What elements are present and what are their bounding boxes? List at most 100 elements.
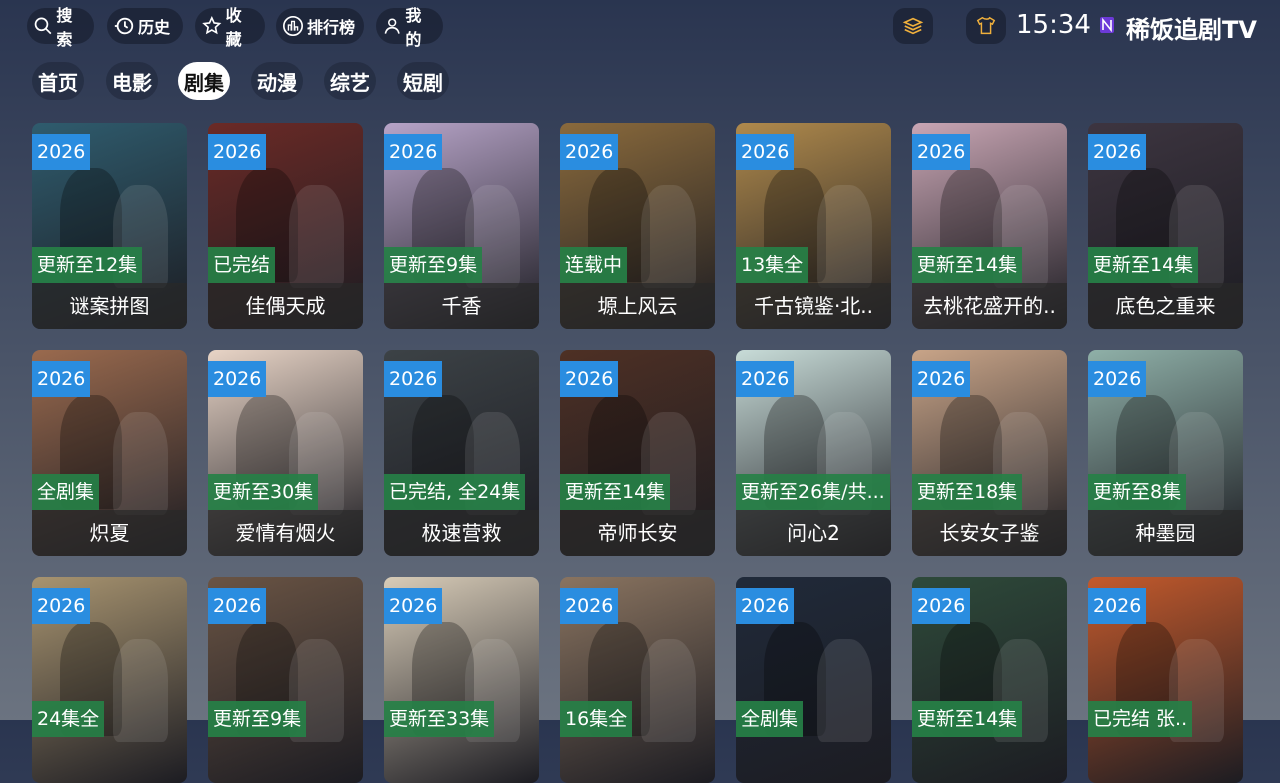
status-badge: 更新至14集 bbox=[912, 701, 1023, 737]
ranking-button[interactable]: 排行榜 bbox=[276, 8, 364, 44]
year-badge: 2026 bbox=[912, 361, 971, 397]
tab-home[interactable]: 首页 bbox=[32, 62, 84, 100]
year-badge: 2026 bbox=[736, 361, 795, 397]
media-card[interactable]: 2026 已完结 张.. bbox=[1088, 577, 1243, 783]
tab-variety[interactable]: 综艺 bbox=[324, 62, 376, 100]
media-title: 塬上风云 bbox=[560, 283, 715, 329]
year-badge: 2026 bbox=[208, 361, 267, 397]
status-badge: 更新至9集 bbox=[384, 247, 483, 283]
user-icon bbox=[384, 18, 400, 34]
year-badge: 2026 bbox=[384, 361, 443, 397]
status-badge: 更新至8集 bbox=[1088, 474, 1187, 510]
media-card[interactable]: 2026 更新至26集/共... 问心2 bbox=[736, 350, 891, 556]
clock: 15:34 bbox=[1016, 10, 1091, 40]
year-badge: 2026 bbox=[32, 361, 91, 397]
theme-button[interactable] bbox=[966, 8, 1006, 44]
status-badge: 更新至18集 bbox=[912, 474, 1023, 510]
ranking-label: 排行榜 bbox=[307, 18, 356, 37]
year-badge: 2026 bbox=[1088, 361, 1147, 397]
tab-series-label: 剧集 bbox=[184, 70, 224, 95]
year-badge: 2026 bbox=[1088, 588, 1147, 624]
year-badge: 2026 bbox=[560, 588, 619, 624]
status-badge: 已完结, 全24集 bbox=[384, 474, 526, 510]
media-title: 种墨园 bbox=[1088, 510, 1243, 556]
tab-series[interactable]: 剧集 bbox=[178, 62, 230, 100]
history-icon bbox=[114, 17, 134, 35]
tab-anime[interactable]: 动漫 bbox=[251, 62, 303, 100]
status-badge: 更新至14集 bbox=[560, 474, 671, 510]
media-title: 帝师长安 bbox=[560, 510, 715, 556]
tab-movies-label: 电影 bbox=[112, 70, 152, 95]
media-card[interactable]: 2026 更新至8集 种墨园 bbox=[1088, 350, 1243, 556]
profile-label: 我的 bbox=[405, 6, 422, 49]
tab-movies[interactable]: 电影 bbox=[106, 62, 158, 100]
media-card[interactable]: 2026 16集全 bbox=[560, 577, 715, 783]
media-title: 底色之重来 bbox=[1088, 283, 1243, 329]
media-title: 长安女子鉴 bbox=[912, 510, 1067, 556]
layers-icon bbox=[902, 17, 924, 35]
media-card[interactable]: 2026 13集全 千古镜鉴·北.. bbox=[736, 123, 891, 329]
media-card[interactable]: 2026 更新至9集 千香 bbox=[384, 123, 539, 329]
year-badge: 2026 bbox=[912, 588, 971, 624]
media-card[interactable]: 2026 连载中 塬上风云 bbox=[560, 123, 715, 329]
year-badge: 2026 bbox=[208, 134, 267, 170]
search-button[interactable]: 搜索 bbox=[27, 6, 94, 49]
media-card[interactable]: 2026 已完结 佳偶天成 bbox=[208, 123, 363, 329]
layers-button[interactable] bbox=[893, 8, 933, 44]
year-badge: 2026 bbox=[32, 588, 91, 624]
status-badge: 更新至14集 bbox=[912, 247, 1023, 283]
media-title: 爱情有烟火 bbox=[208, 510, 363, 556]
profile-button[interactable]: 我的 bbox=[376, 6, 443, 49]
year-badge: 2026 bbox=[560, 361, 619, 397]
favorites-button[interactable]: 收藏 bbox=[195, 6, 265, 49]
status-badge: 13集全 bbox=[736, 247, 809, 283]
media-title: 千香 bbox=[384, 283, 539, 329]
media-title: 佳偶天成 bbox=[208, 283, 363, 329]
year-badge: 2026 bbox=[912, 134, 971, 170]
tab-short-drama-label: 短剧 bbox=[403, 70, 443, 95]
media-card[interactable]: 2026 24集全 bbox=[32, 577, 187, 783]
status-badge: 全剧集 bbox=[736, 701, 804, 737]
media-card[interactable]: 2026 全剧集 bbox=[736, 577, 891, 783]
year-badge: 2026 bbox=[384, 134, 443, 170]
media-card[interactable]: 2026 更新至9集 bbox=[208, 577, 363, 783]
star-icon bbox=[202, 15, 222, 35]
media-title: 极速营救 bbox=[384, 510, 539, 556]
media-card[interactable]: 2026 更新至14集 帝师长安 bbox=[560, 350, 715, 556]
media-card[interactable]: 2026 全剧集 炽夏 bbox=[32, 350, 187, 556]
year-badge: 2026 bbox=[384, 588, 443, 624]
year-badge: 2026 bbox=[208, 588, 267, 624]
status-badge: 16集全 bbox=[560, 701, 633, 737]
app-logo-icon bbox=[1100, 17, 1114, 33]
tshirt-icon bbox=[976, 16, 996, 35]
history-label: 历史 bbox=[138, 18, 171, 37]
media-card[interactable]: 2026 更新至12集 谜案拼图 bbox=[32, 123, 187, 329]
status-badge: 更新至9集 bbox=[208, 701, 307, 737]
media-card[interactable]: 2026 更新至30集 爱情有烟火 bbox=[208, 350, 363, 556]
media-card[interactable]: 2026 更新至14集 去桃花盛开的.. bbox=[912, 123, 1067, 329]
media-card[interactable]: 2026 更新至14集 bbox=[912, 577, 1067, 783]
media-title: 炽夏 bbox=[32, 510, 187, 556]
media-title: 问心2 bbox=[736, 510, 891, 556]
media-card[interactable]: 2026 更新至33集 bbox=[384, 577, 539, 783]
status-badge: 已完结 bbox=[208, 247, 276, 283]
status-badge: 更新至30集 bbox=[208, 474, 319, 510]
tab-short-drama[interactable]: 短剧 bbox=[397, 62, 449, 100]
status-badge: 更新至12集 bbox=[32, 247, 143, 283]
year-badge: 2026 bbox=[560, 134, 619, 170]
year-badge: 2026 bbox=[736, 134, 795, 170]
media-card[interactable]: 2026 已完结, 全24集 极速营救 bbox=[384, 350, 539, 556]
media-title: 千古镜鉴·北.. bbox=[736, 283, 891, 329]
history-button[interactable]: 历史 bbox=[107, 8, 183, 44]
status-badge: 更新至26集/共... bbox=[736, 474, 890, 510]
search-icon bbox=[34, 17, 52, 35]
status-badge: 更新至33集 bbox=[384, 701, 495, 737]
media-card[interactable]: 2026 更新至14集 底色之重来 bbox=[1088, 123, 1243, 329]
app-name: 稀饭追剧TV bbox=[1126, 16, 1257, 44]
favorites-label: 收藏 bbox=[225, 6, 242, 49]
media-title: 谜案拼图 bbox=[32, 283, 187, 329]
tab-home-label: 首页 bbox=[38, 70, 78, 95]
status-badge: 已完结 张.. bbox=[1088, 701, 1193, 737]
media-card[interactable]: 2026 更新至18集 长安女子鉴 bbox=[912, 350, 1067, 556]
status-badge: 24集全 bbox=[32, 701, 105, 737]
